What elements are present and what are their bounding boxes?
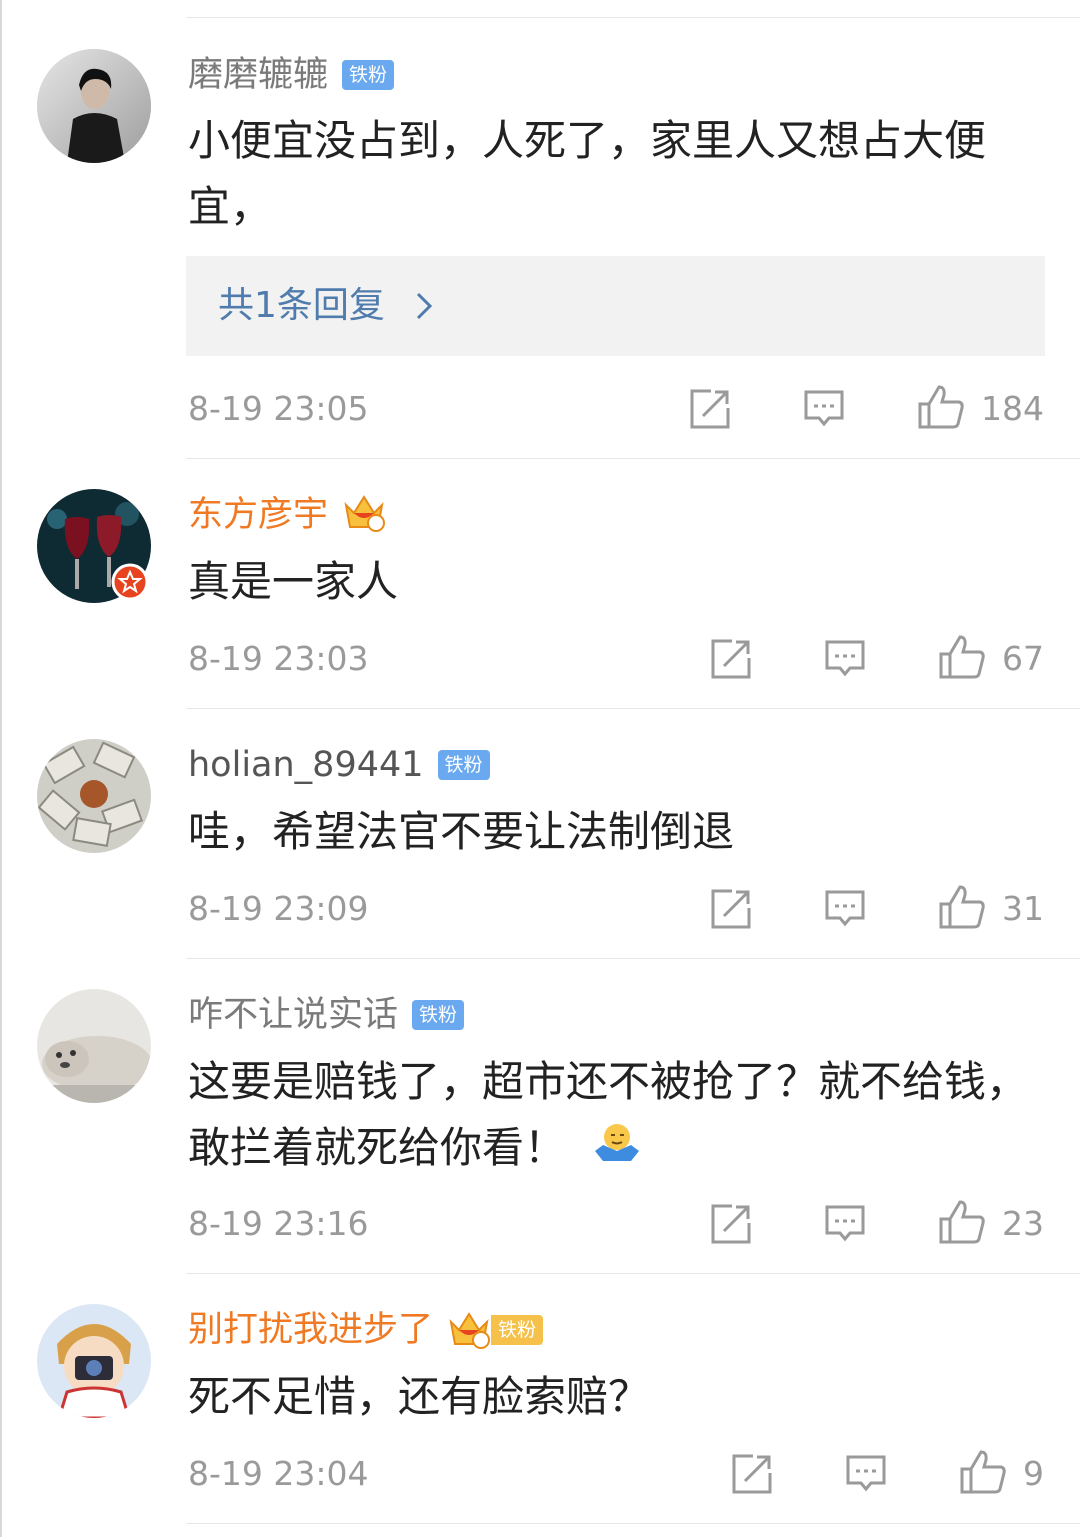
share-icon[interactable] bbox=[710, 638, 752, 680]
comment-item: 东方彦宇 真是一家人 8-19 23:03 67 bbox=[0, 460, 1080, 710]
avatar[interactable] bbox=[37, 989, 151, 1103]
username[interactable]: 咋不让说实话 bbox=[188, 993, 398, 1037]
comment-meta: 8-19 23:03 67 bbox=[188, 634, 1044, 684]
share-icon[interactable] bbox=[689, 388, 731, 430]
divider bbox=[186, 458, 1080, 459]
divider bbox=[186, 1523, 1080, 1524]
like-count: 184 bbox=[981, 389, 1044, 428]
reply-summary[interactable]: 共1条回复 bbox=[186, 256, 1045, 356]
thumbs-up-icon bbox=[938, 884, 986, 934]
like-button[interactable]: 184 bbox=[917, 384, 1044, 434]
action-bar: 67 bbox=[710, 634, 1044, 684]
crown-icon bbox=[342, 491, 386, 539]
thumbs-up-icon bbox=[917, 384, 965, 434]
like-button[interactable]: 23 bbox=[938, 1199, 1044, 1249]
comment-meta: 8-19 23:05 184 bbox=[188, 384, 1044, 434]
comment-text: 死不足惜，还有脸索赔？ bbox=[188, 1372, 651, 1421]
comment-text: 小便宜没占到，人死了，家里人又想占大便宜， bbox=[188, 116, 987, 231]
timestamp: 8-19 23:09 bbox=[188, 889, 369, 928]
name-row: 磨磨辘辘 铁粉 bbox=[188, 53, 395, 97]
like-count: 23 bbox=[1002, 1204, 1044, 1243]
comment-icon[interactable] bbox=[824, 638, 866, 680]
chevron-right-icon bbox=[414, 290, 434, 326]
username[interactable]: 磨磨辘辘 bbox=[188, 53, 328, 97]
comment-text: 真是一家人 bbox=[188, 557, 399, 606]
thumbs-up-icon bbox=[959, 1449, 1007, 1499]
comment-item: 别打扰我进步了 铁粉 死不足惜，还有脸索赔？ 8-19 23:04 9 bbox=[0, 1275, 1080, 1537]
timestamp: 8-19 23:05 bbox=[188, 389, 369, 428]
share-icon[interactable] bbox=[710, 1203, 752, 1245]
timestamp: 8-19 23:16 bbox=[188, 1204, 369, 1243]
avatar[interactable] bbox=[37, 489, 151, 603]
like-count: 9 bbox=[1023, 1454, 1044, 1493]
comment-item: holian_89441 铁粉 哇，希望法官不要让法制倒退 8-19 23:09… bbox=[0, 710, 1080, 960]
comment-item: 磨磨辘辘 铁粉 小便宜没占到，人死了，家里人又想占大便宜， 共1条回复 8-19… bbox=[0, 0, 1080, 460]
avatar[interactable] bbox=[37, 739, 151, 853]
comment-icon[interactable] bbox=[845, 1453, 887, 1495]
fan-badge: 铁粉 bbox=[491, 1315, 544, 1345]
like-count: 67 bbox=[1002, 639, 1044, 678]
thumbs-up-icon bbox=[938, 634, 986, 684]
fan-badge: 铁粉 bbox=[342, 60, 395, 90]
like-button[interactable]: 31 bbox=[938, 884, 1044, 934]
comment-meta: 8-19 23:09 31 bbox=[188, 884, 1044, 934]
comment-icon[interactable] bbox=[824, 1203, 866, 1245]
timestamp: 8-19 23:04 bbox=[188, 1454, 369, 1493]
action-bar: 31 bbox=[710, 884, 1044, 934]
comment-item: 咋不让说实话 铁粉 这要是赔钱了，超市还不被抢了？就不给钱，敢拦着就死给你看！ … bbox=[0, 960, 1080, 1275]
avatar[interactable] bbox=[37, 49, 151, 163]
comment-icon[interactable] bbox=[803, 388, 845, 430]
comment-meta: 8-19 23:16 23 bbox=[188, 1199, 1044, 1249]
like-count: 31 bbox=[1002, 889, 1044, 928]
name-row: holian_89441 铁粉 bbox=[188, 743, 490, 787]
username[interactable]: holian_89441 bbox=[188, 743, 424, 787]
share-icon[interactable] bbox=[710, 888, 752, 930]
divider bbox=[186, 958, 1080, 959]
comment-text: 这要是赔钱了，超市还不被抢了？就不给钱，敢拦着就死给你看！ bbox=[188, 1049, 1048, 1184]
fan-badge: 铁粉 bbox=[412, 1000, 465, 1030]
action-bar: 23 bbox=[710, 1199, 1044, 1249]
like-button[interactable]: 9 bbox=[959, 1449, 1044, 1499]
divider bbox=[186, 708, 1080, 709]
name-row: 别打扰我进步了 铁粉 bbox=[188, 1308, 544, 1352]
share-icon[interactable] bbox=[731, 1453, 773, 1495]
username[interactable]: 东方彦宇 bbox=[188, 493, 328, 537]
comment-text: 哇，希望法官不要让法制倒退 bbox=[188, 807, 735, 856]
username[interactable]: 别打扰我进步了 bbox=[188, 1308, 433, 1352]
thumbs-up-icon bbox=[938, 1199, 986, 1249]
name-row: 东方彦宇 bbox=[188, 493, 386, 537]
action-bar: 184 bbox=[689, 384, 1044, 434]
reply-count-link[interactable]: 共1条回复 bbox=[218, 256, 385, 356]
timestamp: 8-19 23:03 bbox=[188, 639, 369, 678]
divider bbox=[186, 1273, 1080, 1274]
comment-icon[interactable] bbox=[824, 888, 866, 930]
like-button[interactable]: 67 bbox=[938, 634, 1044, 684]
avatar[interactable] bbox=[37, 1304, 151, 1418]
comment-meta: 8-19 23:04 9 bbox=[188, 1449, 1044, 1499]
crown-icon: 铁粉 bbox=[447, 1308, 544, 1352]
shrug-emoji-icon bbox=[593, 1118, 641, 1184]
fan-badge: 铁粉 bbox=[437, 750, 490, 780]
action-bar: 9 bbox=[731, 1449, 1044, 1499]
name-row: 咋不让说实话 铁粉 bbox=[188, 993, 465, 1037]
